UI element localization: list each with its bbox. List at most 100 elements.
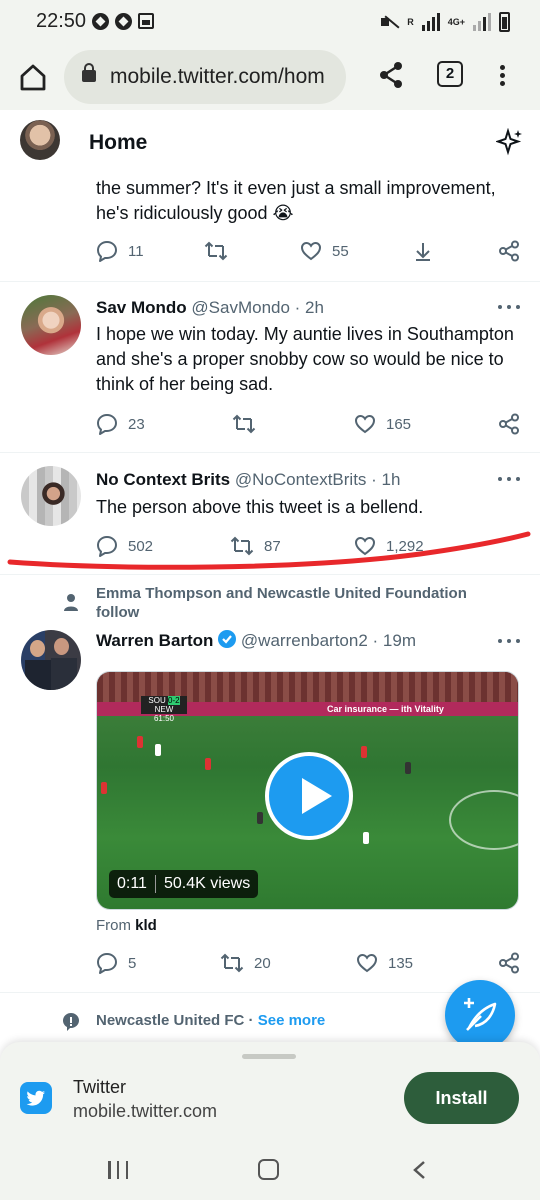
- lock-icon: [82, 63, 96, 82]
- share-icon[interactable]: [376, 60, 406, 90]
- social-context[interactable]: Emma Thompson and Newcastle United Found…: [96, 584, 496, 622]
- back-icon[interactable]: [410, 1160, 430, 1180]
- sparkle-icon[interactable]: [496, 128, 524, 156]
- share-icon: [499, 240, 519, 262]
- reply-icon: [97, 241, 117, 262]
- heart-icon: [300, 241, 322, 261]
- system-navigation-bar: [0, 1142, 540, 1200]
- recent-apps-icon[interactable]: [108, 1161, 128, 1179]
- author-name[interactable]: No Context Brits: [96, 470, 230, 489]
- divider: [0, 281, 540, 282]
- author-handle[interactable]: @NoContextBrits: [235, 470, 367, 489]
- player: [101, 782, 107, 794]
- reply-icon: [97, 953, 117, 974]
- system-icons: R 4G+: [381, 12, 510, 32]
- video-player[interactable]: Car insurance — ith Vitality SOU 0-2 NEW…: [96, 671, 519, 910]
- avatar-sav-mondo[interactable]: [21, 295, 81, 355]
- tab-switcher-button[interactable]: 2: [437, 61, 463, 87]
- share-tweet-button[interactable]: [498, 240, 520, 262]
- topic-bubble-icon: [63, 1013, 79, 1031]
- home-button-icon[interactable]: [258, 1159, 279, 1180]
- share-tweet-button[interactable]: [498, 952, 520, 974]
- author-name[interactable]: Sav Mondo: [96, 298, 187, 317]
- tweet-text: the summer? It's it even just a small im…: [96, 178, 496, 223]
- video-duration: 0:11: [117, 875, 147, 892]
- player: [137, 736, 143, 748]
- tweet-text: The person above this tweet is a bellend…: [96, 497, 424, 517]
- profile-avatar[interactable]: [20, 120, 60, 160]
- reply-count: 11: [128, 242, 144, 260]
- install-app-sheet: Twitter mobile.twitter.com Install: [0, 1042, 540, 1142]
- more-options-icon[interactable]: [498, 302, 520, 312]
- app-header: Home: [0, 110, 540, 172]
- tweet-text: I hope we win today. My auntie lives in …: [96, 324, 514, 394]
- more-options-icon[interactable]: [498, 636, 520, 646]
- install-app-name: Twitter: [73, 1077, 127, 1097]
- avatar-warren-barton[interactable]: [21, 630, 81, 690]
- video-source: From kld: [96, 917, 157, 934]
- address-bar[interactable]: mobile.twitter.com/hom: [64, 50, 346, 104]
- video-info: 0:11 50.4K views: [109, 870, 259, 898]
- retweet-count: 20: [254, 954, 271, 972]
- like-count: 55: [332, 242, 349, 260]
- mute-icon: [381, 14, 399, 30]
- notification-icons: [92, 13, 154, 30]
- home-icon[interactable]: [18, 62, 48, 92]
- recommendation-context: Newcastle United FC · See more: [96, 1012, 326, 1029]
- player: [257, 812, 263, 824]
- football-icon: [115, 13, 132, 30]
- tweet-author-line: Sav Mondo @SavMondo · 2h: [96, 298, 324, 318]
- share-tweet-button[interactable]: [498, 413, 520, 435]
- score-bug: SOU 0-2 NEW 61:50: [141, 696, 187, 723]
- player: [363, 832, 369, 844]
- reply-button[interactable]: 5: [96, 952, 136, 974]
- browser-menu-icon[interactable]: [492, 62, 512, 92]
- reply-count: 5: [128, 954, 137, 972]
- recommended-account[interactable]: Newcastle United FC: [96, 1012, 244, 1029]
- heart-icon: [354, 414, 376, 434]
- player: [155, 744, 161, 756]
- tweet-time: · 19m: [372, 631, 417, 650]
- signal-icon: [421, 13, 440, 31]
- retweet-button[interactable]: 20: [220, 952, 271, 974]
- like-button[interactable]: 55: [300, 240, 349, 262]
- compose-feather-icon: [464, 998, 497, 1031]
- retweet-button[interactable]: [204, 240, 228, 262]
- like-count: 135: [388, 954, 414, 972]
- retweet-button[interactable]: [232, 413, 256, 435]
- tweet-time: · 1h: [371, 470, 401, 489]
- tweet-actions: 23 165: [96, 413, 522, 437]
- author-handle[interactable]: @warrenbarton2: [241, 631, 368, 650]
- tweet-author-line: No Context Brits @NoContextBrits · 1h: [96, 470, 400, 490]
- play-icon[interactable]: [265, 752, 353, 840]
- source-link[interactable]: kld: [135, 917, 157, 934]
- sheet-drag-handle[interactable]: [242, 1054, 296, 1059]
- player: [361, 746, 367, 758]
- browser-toolbar: mobile.twitter.com/hom 2: [0, 44, 540, 110]
- avatar-no-context-brits[interactable]: [21, 466, 81, 526]
- more-options-icon[interactable]: [498, 474, 520, 484]
- see-more-link[interactable]: See more: [258, 1012, 326, 1029]
- like-count: 165: [386, 415, 412, 433]
- author-name[interactable]: Warren Barton: [96, 631, 213, 650]
- roaming-indicator: R: [407, 16, 414, 27]
- reply-button[interactable]: 11: [96, 240, 144, 262]
- like-button[interactable]: 165: [354, 413, 411, 435]
- url-text[interactable]: mobile.twitter.com/hom: [110, 65, 340, 89]
- reply-button[interactable]: 23: [96, 413, 145, 435]
- author-handle[interactable]: @SavMondo: [191, 298, 290, 317]
- heart-icon: [356, 953, 378, 973]
- football-icon: [92, 13, 109, 30]
- status-bar: 22:50 R 4G+: [0, 0, 540, 44]
- like-button[interactable]: 135: [356, 952, 413, 974]
- retweet-icon: [204, 241, 228, 261]
- install-button[interactable]: Install: [404, 1072, 519, 1124]
- annotation-underline: [7, 531, 531, 570]
- player: [405, 762, 411, 774]
- network-type: 4G+: [447, 16, 465, 27]
- share-icon: [499, 952, 519, 974]
- compose-tweet-button[interactable]: [445, 980, 515, 1050]
- bookmark-button[interactable]: [412, 240, 434, 262]
- share-icon: [499, 413, 519, 435]
- gallery-icon: [138, 13, 154, 29]
